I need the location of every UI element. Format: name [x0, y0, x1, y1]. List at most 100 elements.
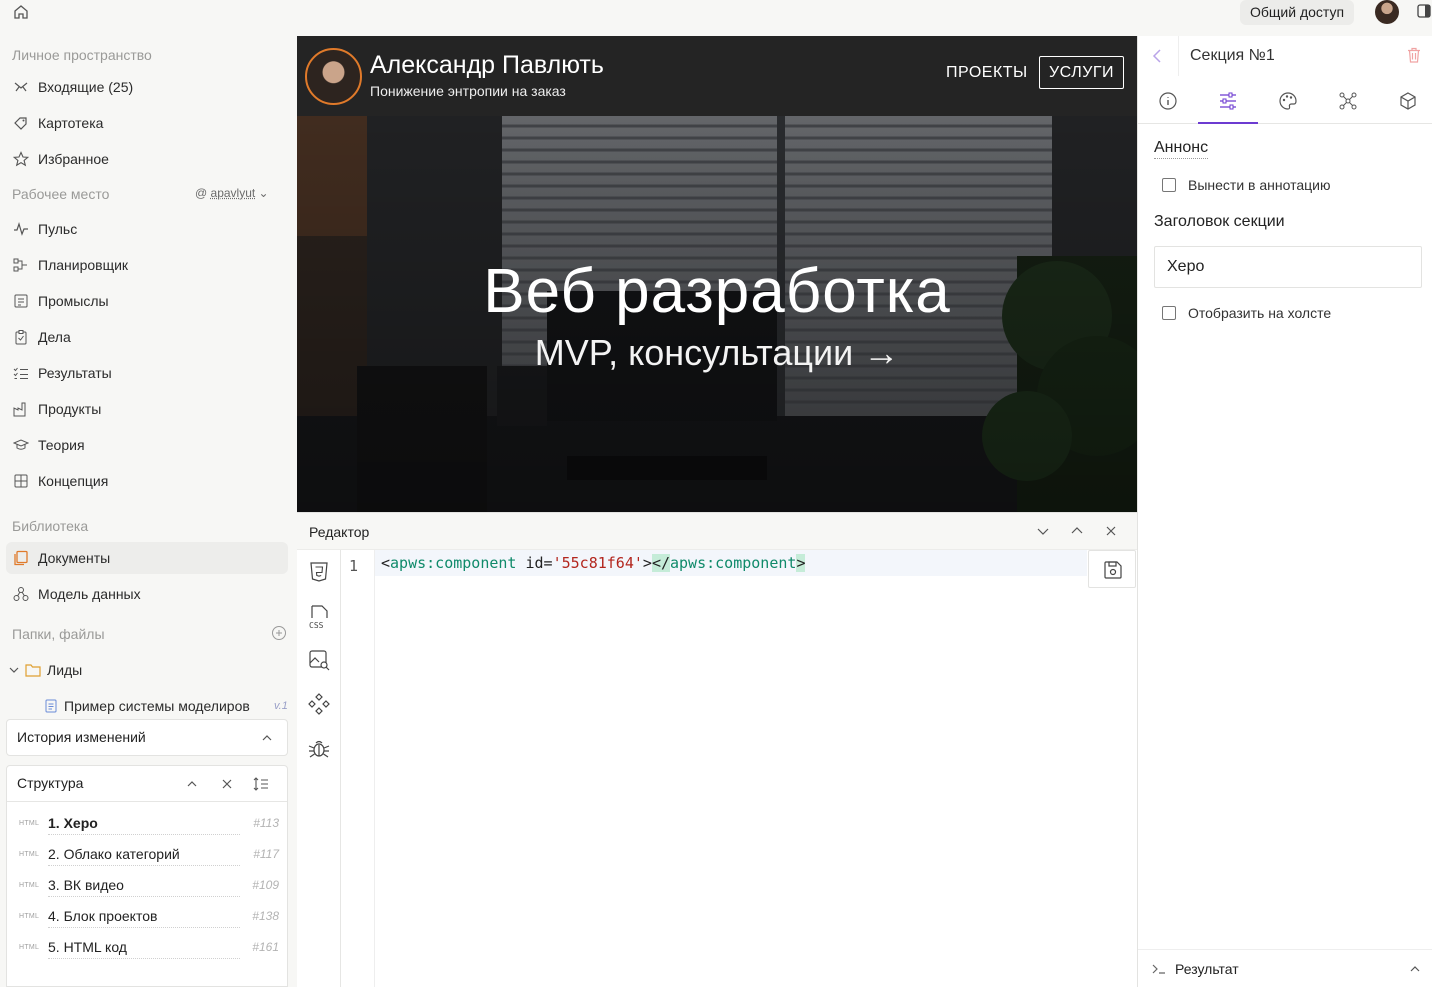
file-item[interactable]: Пример системы моделиров — [45, 698, 267, 714]
code-editor-panel: Редактор CSS 1 <apws:component id='55c81… — [297, 512, 1137, 987]
sidebar-item-label: Планировщик — [38, 257, 128, 273]
chevron-up-icon[interactable] — [1410, 964, 1420, 974]
sidebar-item-data-model[interactable]: Модель данных — [6, 578, 288, 610]
editor-title: Редактор — [309, 524, 369, 540]
home-icon[interactable] — [12, 3, 30, 21]
workspace-user-selector[interactable]: @ apavlyut ⌄ — [195, 186, 269, 200]
chevron-up-icon[interactable] — [187, 779, 197, 789]
checkbox[interactable] — [1162, 178, 1176, 192]
tab-style[interactable] — [1258, 76, 1318, 124]
star-icon — [13, 151, 29, 167]
sidebar-item-label: Входящие (25) — [38, 79, 133, 95]
chevron-down-icon[interactable] — [9, 665, 19, 675]
structure-item-number: #109 — [252, 878, 279, 892]
code-token: '55c81f64' — [553, 554, 643, 572]
html-tag-icon: HTML — [19, 944, 39, 951]
announce-heading: Аннонс — [1154, 139, 1208, 159]
sidebar-item-results[interactable]: Результаты — [6, 357, 288, 389]
sidebar-item-label: Теория — [38, 437, 85, 453]
structure-item[interactable]: HTML 3. ВК видео #109 — [19, 876, 281, 898]
terminal-icon — [1151, 962, 1167, 976]
section-title-input[interactable]: Xepo — [1154, 246, 1422, 288]
code-line[interactable]: <apws:component id='55c81f64'></apws:com… — [375, 550, 1087, 576]
sidebar-item-label: Документы — [38, 550, 110, 566]
sidebar-item-label: Модель данных — [38, 586, 141, 602]
folder-leads[interactable]: Лиды — [9, 662, 82, 678]
checkbox-label: Вынести в аннотацию — [1188, 177, 1330, 193]
result-panel[interactable]: Результат — [1138, 949, 1432, 987]
sidebar-item-theory[interactable]: Теория — [6, 429, 288, 461]
concept-icon — [13, 473, 29, 489]
sidebar-item-label: Картотека — [38, 115, 103, 131]
save-button[interactable] — [1088, 550, 1136, 588]
clipboard-icon — [13, 329, 29, 345]
graduation-icon — [13, 437, 29, 453]
workspace-label: Рабочее место — [12, 186, 109, 202]
html-tag-icon: HTML — [19, 851, 39, 858]
show-on-canvas-checkbox[interactable]: Отобразить на холсте — [1162, 305, 1331, 321]
trash-icon[interactable] — [1407, 47, 1421, 63]
pulse-icon — [13, 221, 29, 237]
sidebar-item-crafts[interactable]: Промыслы — [6, 285, 288, 317]
image-search-icon[interactable] — [307, 648, 331, 672]
nav-projects-link[interactable]: ПРОЕКТЫ — [946, 64, 1028, 82]
close-icon[interactable] — [1105, 525, 1117, 537]
section-title: Секция №1 — [1190, 47, 1275, 65]
structure-item-name: 2. Облако категорий — [48, 846, 240, 866]
structure-title: Структура — [17, 775, 83, 791]
structure-item[interactable]: HTML 1. Xepo #113 — [19, 814, 281, 836]
folder-icon — [25, 663, 41, 677]
data-model-icon — [13, 586, 29, 602]
sidebar-item-tasks[interactable]: Дела — [6, 321, 288, 353]
sidebar-item-label: Результаты — [38, 365, 112, 381]
properties-header: Секция №1 — [1138, 36, 1432, 76]
section-title-heading: Заголовок секции — [1154, 213, 1285, 231]
sidebar-item-cards[interactable]: Картотека — [6, 107, 288, 139]
structure-item-number: #138 — [252, 909, 279, 923]
personal-space-label: Личное пространство — [12, 47, 152, 63]
hero-subtitle-link[interactable]: MVP, консультации → — [297, 332, 1137, 374]
sidebar-item-pulse[interactable]: Пульс — [6, 213, 288, 245]
code-token: > — [643, 554, 652, 572]
close-icon[interactable] — [221, 778, 233, 790]
css-icon[interactable]: CSS — [307, 604, 331, 628]
checkbox[interactable] — [1162, 306, 1176, 320]
structure-item-name: 4. Блок проектов — [48, 908, 240, 928]
structure-item[interactable]: HTML 2. Облако категорий #117 — [19, 845, 281, 867]
add-folder-icon[interactable] — [271, 625, 287, 641]
sidebar-item-inbox[interactable]: Входящие (25) — [6, 71, 288, 103]
html5-icon[interactable] — [307, 560, 331, 584]
sidebar-item-documents[interactable]: Документы — [6, 542, 288, 574]
folders-label: Папки, файлы — [12, 626, 105, 642]
structure-item[interactable]: HTML 4. Блок проектов #138 — [19, 907, 281, 929]
back-icon[interactable] — [1150, 48, 1164, 64]
chevron-down-icon[interactable] — [1037, 525, 1049, 537]
chevron-up-icon[interactable] — [1071, 525, 1083, 537]
code-token: < — [381, 554, 390, 572]
sidebar-item-favorites[interactable]: Избранное — [6, 143, 288, 175]
nav-services-button[interactable]: УСЛУГИ — [1039, 56, 1124, 89]
code-token: apws:component — [390, 554, 516, 572]
sidebar-item-products[interactable]: Продукты — [6, 393, 288, 425]
editor-header: Редактор — [297, 513, 1137, 550]
bug-icon[interactable] — [307, 736, 331, 760]
tab-connections[interactable] — [1318, 76, 1378, 124]
tab-component[interactable] — [1378, 76, 1432, 124]
sidebar-item-concept[interactable]: Концепция — [6, 465, 288, 497]
user-avatar[interactable] — [1375, 0, 1399, 24]
tab-settings[interactable] — [1198, 76, 1258, 124]
inbox-icon — [13, 79, 29, 95]
tab-info[interactable] — [1138, 76, 1198, 124]
history-panel[interactable]: История изменений — [6, 719, 288, 756]
sidebar-item-planner[interactable]: Планировщик — [6, 249, 288, 281]
chevron-up-icon[interactable] — [262, 733, 272, 743]
share-button[interactable]: Общий доступ — [1240, 0, 1354, 25]
panel-toggle-icon[interactable] — [1417, 4, 1431, 18]
history-title: История изменений — [17, 729, 146, 745]
announce-checkbox[interactable]: Вынести в аннотацию — [1162, 177, 1330, 193]
folder-label: Лиды — [47, 662, 82, 678]
components-icon[interactable] — [307, 692, 331, 716]
structure-item[interactable]: HTML 5. HTML код #161 — [19, 938, 281, 960]
file-version: v.1 — [274, 700, 288, 712]
sort-icon[interactable] — [253, 776, 269, 792]
